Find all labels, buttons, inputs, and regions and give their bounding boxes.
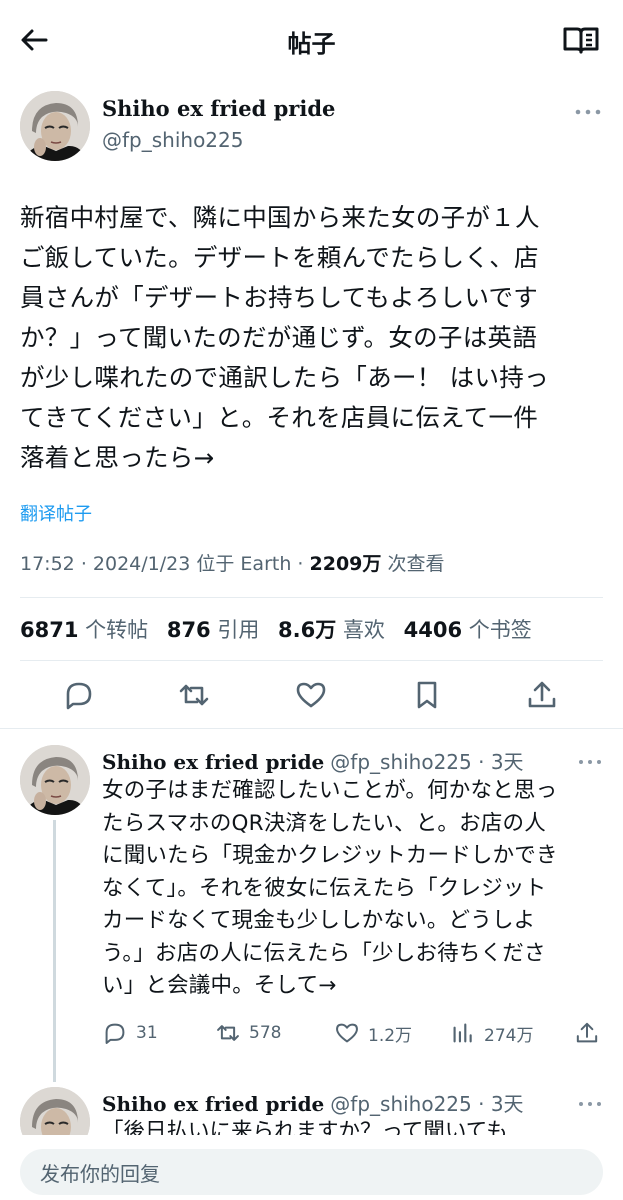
engagement-stats: 6871 个转帖 876 引用 8.6万 喜欢 4406 个书签 — [20, 614, 544, 644]
reply-text-line: カードなくて現金も少ししかない。どうしよ — [102, 908, 536, 933]
reply-text-line: たらスマホのQR決済をしたい、と。お店の人 — [102, 810, 546, 836]
views-count: 274万 — [484, 1025, 534, 1046]
translate-post-link[interactable]: 翻译帖子 — [20, 500, 92, 526]
tweet-text-line: てきてください」と。それを店員に伝えて一件 — [20, 403, 539, 432]
tweet-date: 2024/1/23 — [92, 553, 191, 575]
more-options-icon[interactable] — [573, 104, 603, 120]
reply-header: Shiho ex fried pride @fp_shiho225 · 3天 — [102, 746, 524, 775]
reply-like-action[interactable]: 1.2万 — [334, 1016, 412, 1050]
stat-likes[interactable]: 8.6万 喜欢 — [278, 618, 385, 642]
reply-count: 31 — [136, 1023, 158, 1043]
reply-handle-time[interactable]: @fp_shiho225 · 3天 — [330, 750, 523, 774]
avatar[interactable] — [20, 91, 90, 161]
author-name[interactable]: Shiho ex fried pride — [102, 96, 335, 121]
reply-comment-action[interactable]: 31 — [102, 1016, 158, 1050]
view-count[interactable]: 2209万 — [310, 553, 382, 575]
tweet-location: 位于 Earth — [196, 553, 292, 575]
tweet-text-line: 員さんが「デザートお持ちしてもよろしいです — [20, 283, 539, 312]
view-label: 次查看 — [387, 553, 445, 575]
reply-text-line: 「後日払いに来られますか？って聞いても — [102, 1119, 508, 1136]
tweet-text-line: が少し喋れたので通訳したら「あー！ はい持っ — [20, 363, 549, 392]
more-options-icon[interactable] — [577, 756, 603, 768]
reply-text-line: い」と会議中。そして→ — [102, 973, 337, 998]
tweet-time: 17:52 — [20, 553, 75, 575]
reply-text-line: に聞いたら「現金かクレジットカードしかでき — [102, 843, 558, 868]
reply-text: 女の子はまだ確認したいことが。何かなと思っ たらスマホのQR決済をしたい、と。お… — [102, 775, 612, 1003]
tweet-meta: 17:52 · 2024/1/23 位于 Earth · 2209万 次查看 — [20, 553, 445, 575]
reply-icon — [105, 1023, 125, 1044]
reply-share-action[interactable] — [574, 1016, 608, 1050]
reply-author-name[interactable]: Shiho ex fried pride — [102, 1092, 324, 1116]
reply-retweet-action[interactable]: 578 — [215, 1016, 281, 1050]
reply-text-line: なくて」。それを彼女に伝えたら「クレジット — [102, 875, 547, 901]
divider — [0, 728, 623, 729]
reply-action-bar: 31 578 1.2万 274万 — [102, 1016, 612, 1050]
tweet-text-line: 落着と思ったら→ — [20, 443, 215, 472]
reply-input[interactable]: 发布你的回复 — [20, 1149, 603, 1195]
share-icon[interactable] — [525, 678, 559, 712]
reply-compose-bar: 发布你的回复 — [0, 1135, 623, 1200]
divider — [20, 597, 603, 598]
top-bar: 帖子 — [0, 0, 623, 80]
tweet-text-line: か？」って聞いたのだが通じず。女の子は英語 — [20, 323, 538, 352]
divider — [20, 660, 603, 661]
like-heart-icon — [336, 1023, 358, 1043]
more-options-icon[interactable] — [577, 1098, 603, 1110]
book-open-icon[interactable] — [561, 22, 601, 58]
tweet-action-bar — [0, 672, 623, 718]
retweet-icon[interactable] — [177, 678, 211, 712]
reply-views-action[interactable]: 274万 — [450, 1016, 533, 1050]
like-heart-icon[interactable] — [294, 678, 328, 712]
reply-text-line: 女の子はまだ確認したいことが。何かなと思っ — [102, 778, 558, 803]
retweet-icon — [217, 1025, 239, 1041]
stat-quotes[interactable]: 876 引用 — [167, 618, 260, 642]
thread-connector — [53, 820, 56, 1082]
retweet-count: 578 — [249, 1023, 282, 1043]
reply-header: Shiho ex fried pride @fp_shiho225 · 3天 — [102, 1088, 524, 1117]
stat-bookmarks[interactable]: 4406 个书签 — [404, 618, 532, 642]
stat-retweets[interactable]: 6871 个转帖 — [20, 618, 148, 642]
tweet-text-line: ご飯していた。デザートを頼んでたらしく、店 — [20, 243, 539, 272]
tweet-text: 新宿中村屋で、隣に中国から来た女の子が１人 ご飯していた。デザートを頼んでたらし… — [20, 198, 610, 478]
reply-author-name[interactable]: Shiho ex fried pride — [102, 750, 324, 774]
views-bar-chart-icon — [453, 1023, 472, 1043]
reply-text: 「後日払いに来られますか？って聞いても — [102, 1116, 612, 1136]
like-count: 1.2万 — [368, 1025, 413, 1046]
reply-text-line: う。」お店の人に伝えたら「少しお待ちくださ — [102, 940, 546, 966]
reply-icon[interactable] — [62, 678, 96, 712]
reply-handle-time[interactable]: @fp_shiho225 · 3天 — [330, 1092, 523, 1116]
author-handle[interactable]: @fp_shiho225 — [102, 128, 243, 152]
reply-avatar[interactable] — [20, 745, 90, 815]
page-title: 帖子 — [287, 30, 336, 58]
share-icon — [576, 1022, 598, 1043]
tweet-text-line: 新宿中村屋で、隣に中国から来た女の子が１人 — [20, 203, 540, 232]
bookmark-icon[interactable] — [410, 678, 444, 712]
